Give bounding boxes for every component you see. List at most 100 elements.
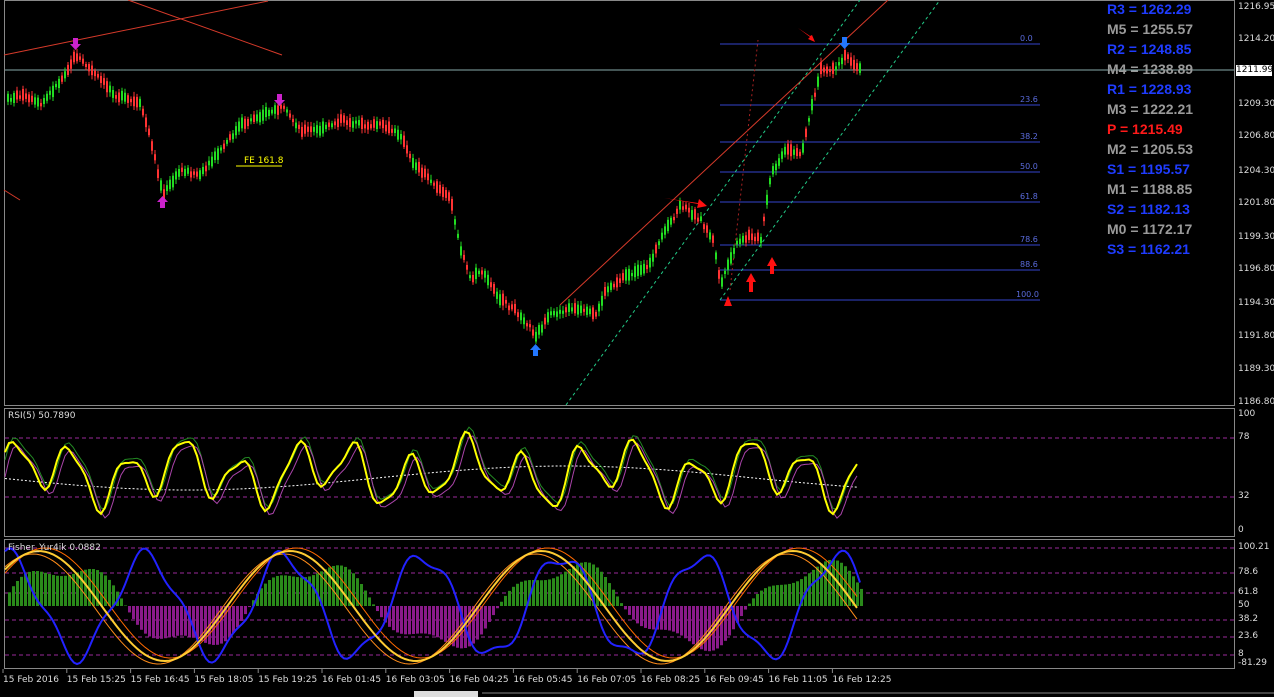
histogram-bar	[280, 575, 283, 606]
candle-body	[817, 76, 819, 87]
candle-body	[607, 286, 609, 293]
candle-body	[52, 85, 54, 98]
candle-body	[214, 151, 216, 161]
histogram-bar	[816, 566, 819, 606]
histogram-bar	[60, 576, 63, 606]
histogram-bar	[64, 575, 67, 606]
scrollbar-thumb[interactable]	[414, 691, 478, 697]
candle-body	[148, 128, 150, 136]
candle-body	[97, 73, 99, 78]
candlesticks[interactable]	[7, 45, 861, 344]
histogram-bar	[444, 606, 447, 642]
histogram-bar	[120, 598, 123, 606]
down-arrow-icon	[274, 94, 285, 106]
candle-body	[196, 171, 198, 177]
candle-body	[193, 171, 195, 175]
candle-body	[535, 331, 537, 342]
price-chart[interactable]	[0, 0, 1274, 697]
candle-body	[157, 169, 159, 178]
candle-body	[691, 210, 693, 220]
candle-body	[745, 235, 747, 243]
candle-body	[352, 121, 354, 128]
candle-body	[412, 157, 414, 168]
candle-body	[241, 117, 243, 129]
candle-body	[448, 192, 450, 201]
candle-body	[100, 76, 102, 83]
candle-body	[766, 194, 768, 205]
candle-body	[244, 118, 246, 129]
pivot-level: M5 = 1255.57	[1107, 21, 1194, 37]
candle-body	[457, 233, 459, 238]
candle-body	[355, 120, 357, 124]
candle-body	[433, 182, 435, 186]
histogram-bar	[432, 606, 435, 636]
candle-body	[454, 219, 456, 225]
histogram-bar	[624, 606, 627, 610]
candle-body	[88, 64, 90, 72]
histogram-bar	[796, 581, 799, 606]
histogram-bar	[820, 563, 823, 606]
rsi-line	[4, 430, 858, 516]
candle-body	[268, 109, 270, 117]
histogram-bar	[236, 606, 239, 628]
candle-body	[28, 94, 30, 103]
histogram-bar	[548, 579, 551, 606]
candle-body	[790, 144, 792, 157]
time-axis-label: 15 Feb 2016	[3, 675, 60, 685]
histogram-bar	[772, 585, 775, 606]
candle-body	[796, 148, 798, 156]
candle-body	[514, 303, 516, 314]
candle-body	[505, 299, 507, 304]
histogram-bar	[496, 606, 499, 609]
histogram-bar	[128, 606, 131, 613]
candle-body	[316, 125, 318, 134]
histogram-bar	[292, 576, 295, 606]
histogram-bar	[288, 575, 291, 606]
main-panel-border	[4, 0, 1235, 406]
candle-body	[574, 303, 576, 314]
histogram-bar	[352, 573, 355, 606]
candle-body	[277, 105, 279, 115]
candle-body	[604, 286, 606, 296]
histogram-bar	[536, 580, 539, 606]
candle-body	[616, 277, 618, 288]
candle-body	[256, 114, 258, 122]
histogram-bar	[148, 606, 151, 637]
candle-body	[409, 153, 411, 159]
candle-body	[112, 90, 114, 98]
candle-body	[637, 264, 639, 276]
candle-body	[844, 49, 846, 61]
candle-body	[391, 128, 393, 133]
histogram-bar	[368, 597, 371, 606]
pivot-level: S3 = 1162.21	[1107, 241, 1190, 257]
candle-body	[778, 158, 780, 166]
histogram-bar	[792, 582, 795, 606]
candle-body	[739, 238, 741, 245]
candle-body	[190, 171, 192, 178]
histogram-bar	[456, 606, 459, 648]
pivot-level: M0 = 1172.17	[1107, 221, 1193, 237]
candle-body	[676, 208, 678, 214]
candle-body	[577, 304, 579, 315]
histogram-bar	[584, 562, 587, 606]
candle-body	[820, 62, 822, 75]
candle-body	[61, 75, 63, 82]
candle-body	[799, 151, 801, 157]
histogram-bar	[652, 606, 655, 630]
candle-body	[406, 145, 408, 154]
histogram-bar	[672, 606, 675, 632]
candle-body	[829, 68, 831, 73]
candle-body	[265, 107, 267, 118]
fisher-axis-label: 23.6	[1238, 631, 1259, 641]
candle-body	[439, 184, 441, 194]
candle-body	[274, 105, 276, 114]
candle-body	[337, 118, 339, 128]
histogram-bar	[20, 576, 23, 606]
candle-body	[343, 115, 345, 123]
candle-body	[313, 126, 315, 132]
fisher-axis-label: 38.2	[1238, 614, 1259, 624]
candle-body	[16, 90, 18, 100]
price-axis-label: 1209.30	[1238, 99, 1274, 109]
candle-body	[373, 119, 375, 128]
histogram-bar	[788, 583, 791, 606]
